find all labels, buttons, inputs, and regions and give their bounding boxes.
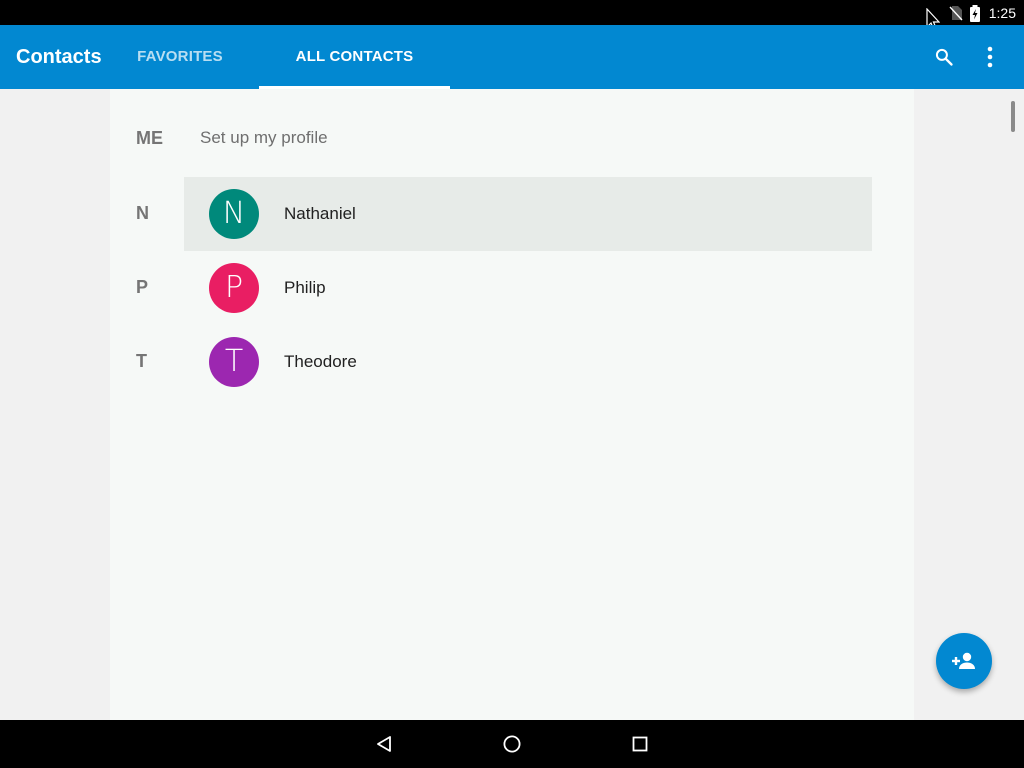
tab-all-contacts[interactable]: ALL CONTACTS xyxy=(259,25,450,89)
status-bar: 1:25 xyxy=(0,0,1024,31)
contact-row-nathaniel[interactable]: N Nathaniel xyxy=(184,177,872,251)
contact-list[interactable]: ME Set up my profile N N Nathaniel P P P… xyxy=(110,89,914,720)
no-sim-icon xyxy=(949,5,963,21)
add-person-icon xyxy=(952,652,975,669)
contact-name: Philip xyxy=(284,278,326,297)
contact-row-philip[interactable]: P Philip xyxy=(184,251,872,325)
avatar: T xyxy=(209,337,259,387)
section-letter: T xyxy=(136,351,147,371)
contact-row-theodore[interactable]: T Theodore xyxy=(184,325,872,399)
recents-icon xyxy=(632,736,648,752)
section-letter: P xyxy=(136,277,149,297)
add-contact-button[interactable] xyxy=(936,633,992,689)
contact-name: Theodore xyxy=(284,352,357,371)
back-icon xyxy=(377,736,391,752)
app-bar: Contacts FAVORITES ALL CONTACTS xyxy=(0,25,1024,89)
search-button[interactable] xyxy=(920,25,968,89)
navigation-bar xyxy=(0,720,1024,768)
profile-label: ME xyxy=(136,128,163,148)
avatar: P xyxy=(209,263,259,313)
home-icon xyxy=(503,735,521,753)
more-vert-icon xyxy=(987,46,993,68)
setup-profile-text: Set up my profile xyxy=(200,128,328,147)
content-area: ME Set up my profile N N Nathaniel P P P… xyxy=(0,89,1024,720)
status-icons: 1:25 xyxy=(949,0,1016,25)
avatar: N xyxy=(209,189,259,239)
search-icon xyxy=(935,48,953,66)
contact-name: Nathaniel xyxy=(284,204,356,223)
section-letter: N xyxy=(136,203,149,223)
battery-charging-icon xyxy=(969,4,983,22)
more-options-button[interactable] xyxy=(966,25,1014,89)
app-title: Contacts xyxy=(16,46,102,68)
recents-button[interactable] xyxy=(608,720,672,768)
back-button[interactable] xyxy=(352,720,416,768)
scrollbar-thumb[interactable] xyxy=(1011,101,1015,132)
tab-favorites[interactable]: FAVORITES xyxy=(110,25,250,89)
profile-row[interactable]: ME Set up my profile xyxy=(110,113,914,163)
home-button[interactable] xyxy=(480,720,544,768)
status-time: 1:25 xyxy=(988,4,1016,21)
